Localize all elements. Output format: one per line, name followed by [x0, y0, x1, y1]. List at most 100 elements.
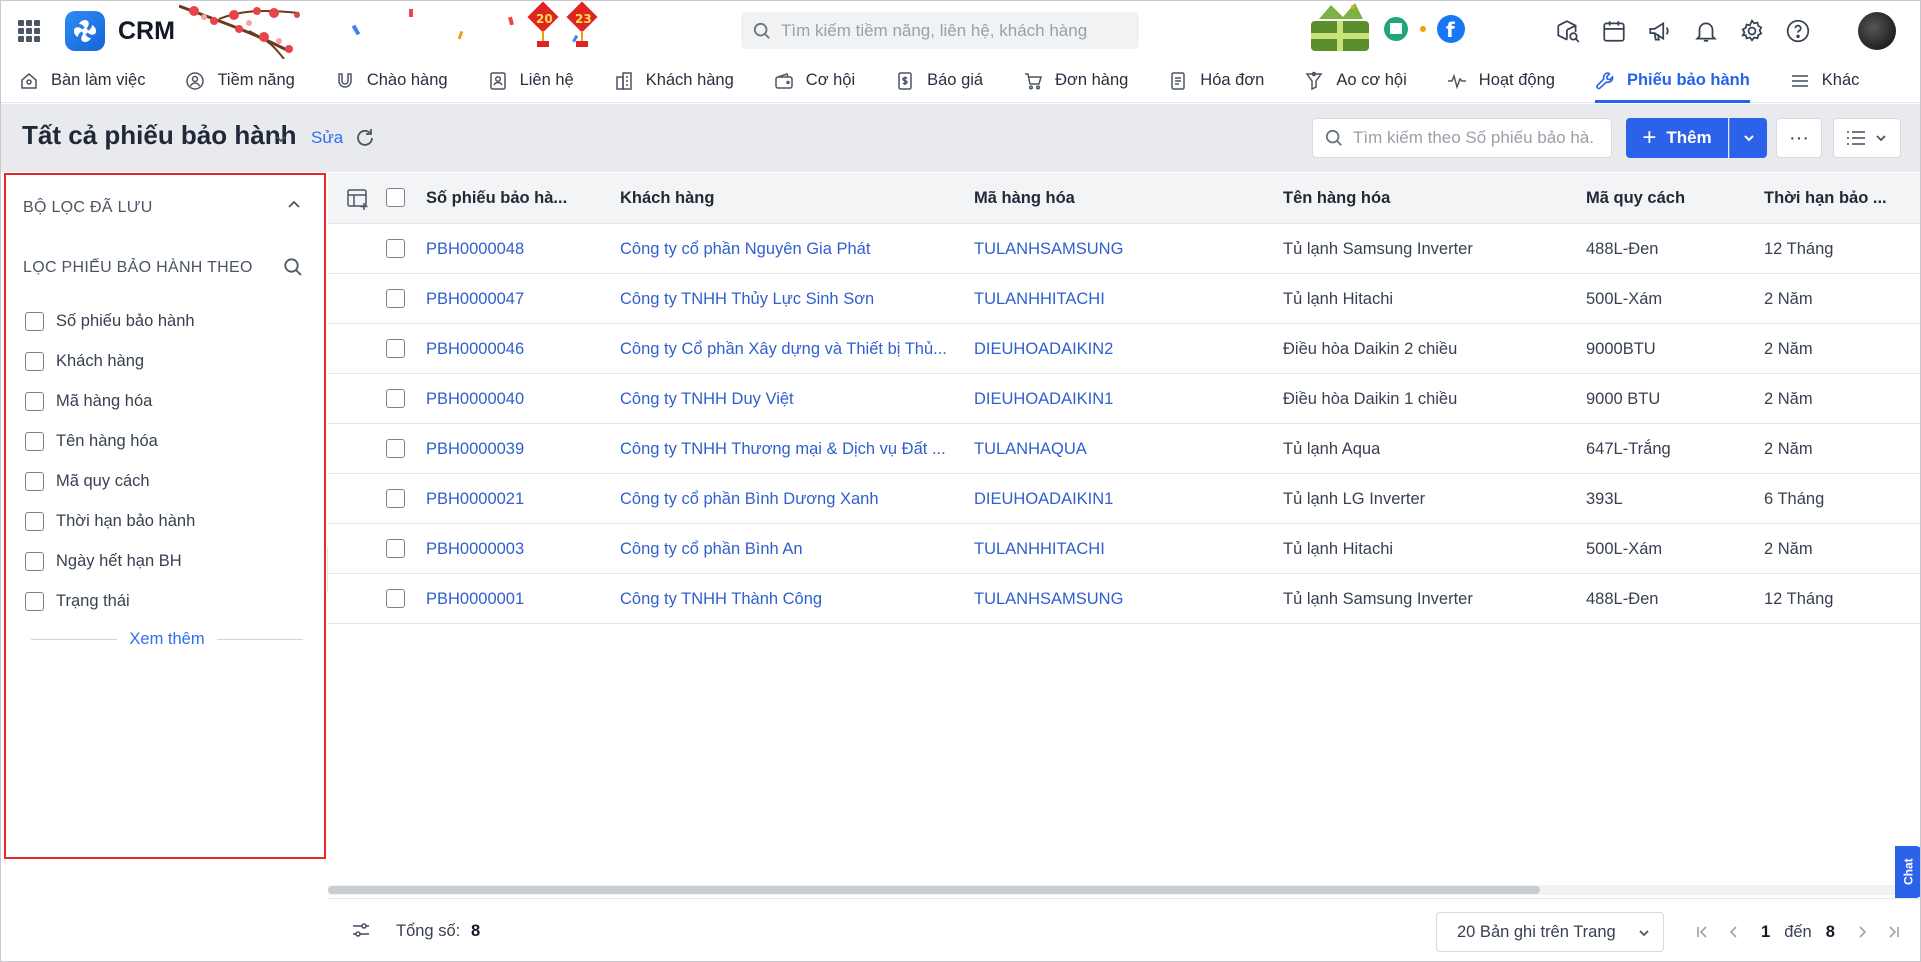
crm-logo[interactable] [65, 11, 105, 51]
customer-link[interactable]: Công ty TNHH Thành Công [620, 574, 940, 624]
nav-item-contacts[interactable]: Liên hệ [488, 59, 574, 103]
table-row[interactable]: PBH0000040 Công ty TNHH Duy Việt DIEUHOA… [328, 374, 1920, 424]
filter-option[interactable]: Số phiếu bảo hành [25, 301, 195, 341]
row-checkbox[interactable] [386, 239, 405, 258]
edit-view-link[interactable]: Sửa [311, 128, 343, 148]
checkbox[interactable] [25, 471, 44, 491]
search-icon[interactable] [283, 257, 303, 277]
product-code-link[interactable]: DIEUHOADAIKIN1 [974, 374, 1113, 424]
column-header[interactable]: Mã hàng hóa [974, 173, 1075, 224]
warranty-number-link[interactable]: PBH0000040 [426, 374, 524, 424]
select-all-checkbox[interactable] [386, 188, 405, 207]
checkbox[interactable] [25, 351, 44, 371]
see-more-link[interactable]: Xem thêm [117, 630, 216, 649]
checkbox[interactable] [25, 551, 44, 571]
table-row[interactable]: PBH0000048 Công ty cổ phần Nguyên Gia Ph… [328, 224, 1920, 274]
column-header[interactable]: Thời hạn bảo ... [1764, 173, 1887, 224]
table-row[interactable]: PBH0000021 Công ty cổ phần Bình Dương Xa… [328, 474, 1920, 524]
nav-item-desk[interactable]: Bàn làm việc [19, 59, 145, 103]
product-code-link[interactable]: DIEUHOADAIKIN2 [974, 324, 1113, 374]
scrollbar-thumb[interactable] [328, 886, 1540, 894]
checkbox[interactable] [25, 391, 44, 411]
nav-item-opportunities[interactable]: Cơ hội [774, 59, 855, 103]
nav-item-leads[interactable]: Tiềm năng [185, 59, 295, 103]
warranty-number-link[interactable]: PBH0000039 [426, 424, 524, 474]
customer-link[interactable]: Công ty Cổ phần Xây dựng và Thiết bị Thủ… [620, 324, 950, 374]
nav-item-invoices[interactable]: Hóa đơn [1168, 59, 1264, 103]
column-header[interactable]: Số phiếu bảo hà... [426, 173, 567, 224]
chevron-down-icon[interactable] [274, 132, 288, 146]
user-avatar[interactable] [1858, 12, 1896, 50]
filter-option[interactable]: Ngày hết hạn BH [25, 541, 195, 581]
gear-icon[interactable] [1732, 11, 1772, 51]
filter-option[interactable]: Mã hàng hóa [25, 381, 195, 421]
chevron-up-icon[interactable] [286, 197, 302, 213]
customer-link[interactable]: Công ty cổ phần Bình An [620, 524, 940, 574]
warranty-number-link[interactable]: PBH0000047 [426, 274, 524, 324]
column-settings-icon[interactable] [346, 187, 370, 211]
customer-link[interactable]: Công ty TNHH Duy Việt [620, 374, 940, 424]
add-button[interactable]: + Thêm [1626, 118, 1728, 158]
filter-option[interactable]: Thời hạn bảo hành [25, 501, 195, 541]
view-mode-button[interactable] [1833, 118, 1901, 158]
row-checkbox[interactable] [386, 539, 405, 558]
product-code-link[interactable]: TULANHSAMSUNG [974, 224, 1123, 274]
horizontal-scrollbar[interactable] [328, 885, 1920, 895]
page-title[interactable]: Tất cả phiếu bảo hành [22, 120, 296, 151]
warranty-number-link[interactable]: PBH0000046 [426, 324, 524, 374]
filter-option[interactable]: Tên hàng hóa [25, 421, 195, 461]
nav-item-orders[interactable]: Đơn hàng [1023, 59, 1128, 103]
checkbox[interactable] [25, 311, 44, 331]
checkbox[interactable] [25, 431, 44, 451]
first-page-icon[interactable] [1689, 919, 1715, 945]
customer-link[interactable]: Công ty TNHH Thương mại & Dịch vụ Đất ..… [620, 424, 950, 474]
table-row[interactable]: PBH0000039 Công ty TNHH Thương mại & Dịc… [328, 424, 1920, 474]
help-icon[interactable] [1778, 11, 1818, 51]
list-search-input[interactable] [1353, 128, 1593, 148]
checkbox[interactable] [25, 511, 44, 531]
more-actions-button[interactable]: ··· [1776, 118, 1822, 158]
filter-option[interactable]: Khách hàng [25, 341, 195, 381]
product-code-link[interactable]: TULANHAQUA [974, 424, 1087, 474]
customer-link[interactable]: Công ty TNHH Thủy Lực Sinh Sơn [620, 274, 940, 324]
product-code-link[interactable]: TULANHHITACHI [974, 524, 1105, 574]
nav-item-more[interactable]: Khác [1790, 59, 1859, 103]
global-search-box[interactable] [741, 12, 1139, 49]
list-search-box[interactable] [1312, 118, 1612, 158]
warranty-number-link[interactable]: PBH0000021 [426, 474, 524, 524]
chat-tab[interactable]: Chat [1895, 846, 1920, 898]
filter-option[interactable]: Trạng thái [25, 581, 195, 621]
warranty-number-link[interactable]: PBH0000001 [426, 574, 524, 624]
bell-icon[interactable] [1686, 11, 1726, 51]
apps-grid-icon[interactable] [18, 20, 40, 42]
row-checkbox[interactable] [386, 439, 405, 458]
warranty-number-link[interactable]: PBH0000003 [426, 524, 524, 574]
product-code-link[interactable]: TULANHHITACHI [974, 274, 1105, 324]
nav-item-warranty[interactable]: Phiếu bảo hành [1594, 59, 1750, 103]
column-header[interactable]: Mã quy cách [1586, 173, 1685, 224]
product-code-link[interactable]: TULANHSAMSUNG [974, 574, 1123, 624]
last-page-icon[interactable] [1881, 919, 1907, 945]
row-checkbox[interactable] [386, 289, 405, 308]
row-checkbox[interactable] [386, 589, 405, 608]
nav-item-quotes[interactable]: Báo giá [895, 59, 983, 103]
row-checkbox[interactable] [386, 339, 405, 358]
next-page-icon[interactable] [1849, 919, 1875, 945]
package-search-icon[interactable] [1548, 11, 1588, 51]
add-dropdown-button[interactable] [1729, 118, 1767, 158]
row-checkbox[interactable] [386, 389, 405, 408]
table-row[interactable]: PBH0000001 Công ty TNHH Thành Công TULAN… [328, 574, 1920, 624]
product-code-link[interactable]: DIEUHOADAIKIN1 [974, 474, 1113, 524]
column-header[interactable]: Khách hàng [620, 173, 714, 224]
nav-item-offers[interactable]: Chào hàng [335, 59, 448, 103]
customer-link[interactable]: Công ty cổ phần Nguyên Gia Phát [620, 224, 940, 274]
checkbox[interactable] [25, 591, 44, 611]
nav-item-activities[interactable]: Hoạt động [1447, 59, 1555, 103]
row-checkbox[interactable] [386, 489, 405, 508]
global-search-input[interactable] [781, 20, 1121, 41]
sliders-icon[interactable] [351, 920, 371, 940]
table-row[interactable]: PBH0000003 Công ty cổ phần Bình An TULAN… [328, 524, 1920, 574]
column-header[interactable]: Tên hàng hóa [1283, 173, 1390, 224]
warranty-number-link[interactable]: PBH0000048 [426, 224, 524, 274]
megaphone-icon[interactable] [1640, 11, 1680, 51]
